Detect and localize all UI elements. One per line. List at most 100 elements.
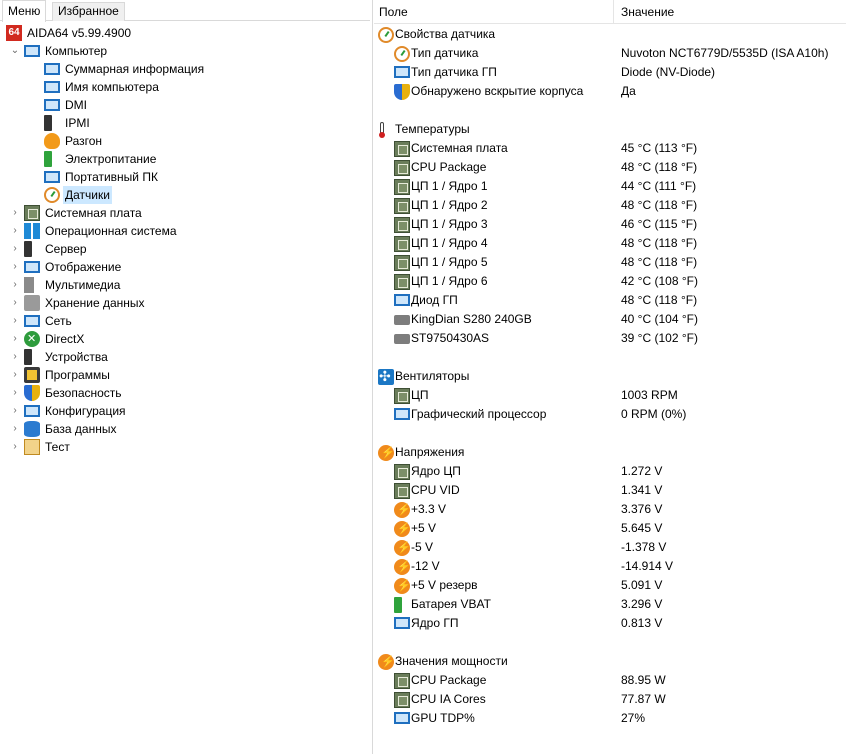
sensor-row[interactable]: CPU Package 88.95 W — [374, 671, 846, 690]
sensor-field: Диод ГП — [411, 293, 458, 307]
sensor-value: 40 °C (104 °F) — [621, 312, 698, 326]
sensor-row[interactable]: CPU VID 1.341 V — [374, 481, 846, 500]
storage-icon — [24, 295, 40, 311]
sensor-row[interactable]: -5 V -1.378 V — [374, 538, 846, 558]
tab-favorites[interactable]: Избранное — [52, 2, 125, 21]
tree-item-computer-child[interactable]: Разгон — [0, 132, 370, 150]
sensor-row[interactable]: Ядро ЦП 1.272 V — [374, 462, 846, 481]
tree-item-computer-child[interactable]: DMI — [0, 96, 370, 114]
sensor-row[interactable]: +5 V резерв 5.091 V — [374, 576, 846, 596]
column-separator[interactable] — [613, 0, 614, 24]
sensor-field: -12 V — [411, 559, 440, 573]
tree-item-category[interactable]: › Устройства — [0, 348, 370, 366]
sensor-field: Тип датчика — [411, 46, 479, 60]
chevron-right-icon[interactable]: › — [10, 330, 20, 348]
sensor-row[interactable]: Батарея VBAT 3.296 V — [374, 595, 846, 614]
tree-item-category[interactable]: › Сеть — [0, 312, 370, 330]
tree-item-computer-child[interactable]: Портативный ПК — [0, 168, 370, 186]
tree-item-label: Электропитание — [65, 152, 157, 166]
tree-item-category[interactable]: › DirectX — [0, 330, 370, 348]
tree-item-computer-child[interactable]: Имя компьютера — [0, 78, 370, 96]
chip-icon — [394, 236, 410, 252]
tree-item-category[interactable]: › Мультимедиа — [0, 276, 370, 294]
chevron-right-icon[interactable]: › — [10, 366, 20, 384]
sensor-row[interactable]: Тип датчика Nuvoton NCT6779D/5535D (ISA A… — [374, 44, 846, 63]
tab-menu[interactable]: Меню — [2, 0, 47, 22]
sensor-row[interactable]: ЦП 1 / Ядро 6 42 °C (108 °F) — [374, 272, 846, 291]
chevron-down-icon[interactable]: ⌄ — [10, 42, 20, 60]
tree-item-category[interactable]: › Программы — [0, 366, 370, 384]
tree-item-category[interactable]: › Тест — [0, 438, 370, 456]
tree-item-category[interactable]: › Конфигурация — [0, 402, 370, 420]
monitor-icon — [394, 66, 410, 78]
chevron-right-icon[interactable]: › — [10, 258, 20, 276]
chevron-right-icon[interactable]: › — [10, 276, 20, 294]
tree-item-computer-child[interactable]: IPMI — [0, 114, 370, 132]
column-value[interactable]: Значение — [621, 0, 674, 24]
sensor-field: ЦП 1 / Ядро 6 — [411, 274, 488, 288]
sensor-row[interactable]: CPU IA Cores 77.87 W — [374, 690, 846, 709]
sensor-value: Diode (NV-Diode) — [621, 65, 716, 79]
column-header: Поле Значение — [374, 0, 846, 24]
tree-item-label: Датчики — [63, 186, 112, 204]
chevron-right-icon[interactable]: › — [10, 312, 20, 330]
tree-item-computer[interactable]: ⌄ Компьютер — [0, 42, 370, 60]
tree-item-category[interactable]: › Операционная система — [0, 222, 370, 240]
sensor-row[interactable]: Диод ГП 48 °C (118 °F) — [374, 291, 846, 310]
tree-item-computer-child[interactable]: Суммарная информация — [0, 60, 370, 78]
sensor-row[interactable]: ЦП 1003 RPM — [374, 386, 846, 405]
tree-item-computer-child[interactable]: Датчики — [0, 186, 370, 204]
sensor-row[interactable]: ЦП 1 / Ядро 5 48 °C (118 °F) — [374, 253, 846, 272]
sensor-field: ЦП 1 / Ядро 5 — [411, 255, 488, 269]
tree-item-category[interactable]: › Безопасность — [0, 384, 370, 402]
chevron-right-icon[interactable]: › — [10, 384, 20, 402]
sensor-row[interactable]: ЦП 1 / Ядро 3 46 °C (115 °F) — [374, 215, 846, 234]
sensor-row[interactable]: Ядро ГП 0.813 V — [374, 614, 846, 633]
tree-item-computer-child[interactable]: Электропитание — [0, 150, 370, 168]
sensor-row[interactable]: Графический процессор 0 RPM (0%) — [374, 405, 846, 424]
sensor-row[interactable]: Тип датчика ГП Diode (NV-Diode) — [374, 63, 846, 82]
sensor-value: 1.341 V — [621, 483, 663, 497]
sensor-row[interactable]: ЦП 1 / Ядро 2 48 °C (118 °F) — [374, 196, 846, 215]
chevron-right-icon[interactable]: › — [10, 420, 20, 438]
chevron-right-icon[interactable]: › — [10, 222, 20, 240]
section-header[interactable]: Значения мощности — [374, 652, 846, 672]
chevron-right-icon[interactable]: › — [10, 294, 20, 312]
chevron-right-icon[interactable]: › — [10, 204, 20, 222]
column-field[interactable]: Поле — [379, 0, 408, 24]
sensor-row[interactable]: ST9750430AS 39 °C (102 °F) — [374, 329, 846, 348]
tree-item-label: Безопасность — [45, 386, 122, 400]
tree-item-category[interactable]: › База данных — [0, 420, 370, 438]
sensor-value: 42 °C (108 °F) — [621, 274, 698, 288]
tree-item-category[interactable]: › Хранение данных — [0, 294, 370, 312]
programs-icon — [24, 367, 40, 383]
sensor-row[interactable]: Обнаружено вскрытие корпуса Да — [374, 82, 846, 101]
section-header[interactable]: Свойства датчика — [374, 25, 846, 44]
section-header[interactable]: Вентиляторы — [374, 367, 846, 386]
chevron-right-icon[interactable]: › — [10, 240, 20, 258]
tree-item-aida64[interactable]: 64 AIDA64 v5.99.4900 — [0, 24, 370, 42]
chevron-right-icon[interactable]: › — [10, 402, 20, 420]
chevron-right-icon[interactable]: › — [10, 348, 20, 366]
tree-item-category[interactable]: › Системная плата — [0, 204, 370, 222]
sensor-row[interactable]: -12 V -14.914 V — [374, 557, 846, 577]
tree-item-category[interactable]: › Сервер — [0, 240, 370, 258]
sensor-row[interactable]: Системная плата 45 °C (113 °F) — [374, 139, 846, 158]
sensor-row[interactable]: ЦП 1 / Ядро 4 48 °C (118 °F) — [374, 234, 846, 253]
network-icon — [24, 315, 40, 327]
sensor-row[interactable]: CPU Package 48 °C (118 °F) — [374, 158, 846, 177]
sensor-row[interactable]: +3.3 V 3.376 V — [374, 500, 846, 520]
sensor-field: ST9750430AS — [411, 331, 490, 345]
chevron-right-icon[interactable]: › — [10, 438, 20, 456]
panel-divider[interactable] — [372, 0, 373, 754]
sensor-row[interactable]: GPU TDP% 27% — [374, 709, 846, 728]
sensor-row[interactable]: KingDian S280 240GB 40 °C (104 °F) — [374, 310, 846, 329]
sensor-field: Графический процессор — [411, 407, 547, 421]
section-header[interactable]: Напряжения — [374, 443, 846, 463]
sensor-value: 0.813 V — [621, 616, 663, 630]
sensor-row[interactable]: +5 V 5.645 V — [374, 519, 846, 539]
tree-item-category[interactable]: › Отображение — [0, 258, 370, 276]
sensor-value: 46 °C (115 °F) — [621, 217, 698, 231]
section-header[interactable]: Температуры — [374, 120, 846, 139]
sensor-row[interactable]: ЦП 1 / Ядро 1 44 °C (111 °F) — [374, 177, 846, 196]
